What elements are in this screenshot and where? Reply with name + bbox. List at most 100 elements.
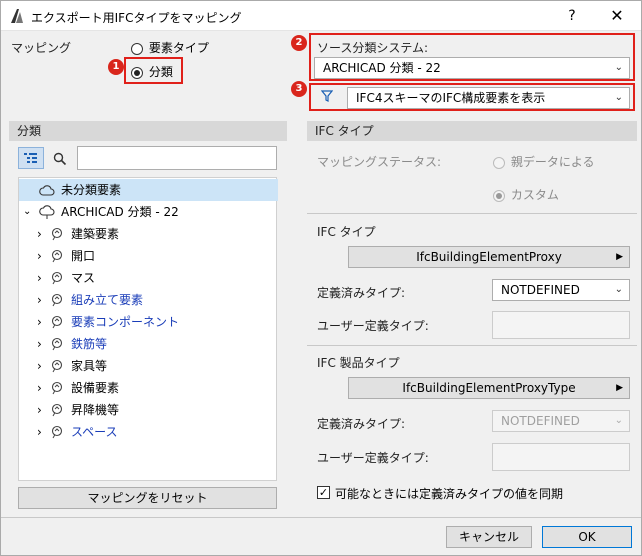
badge-1: 1 (108, 59, 124, 75)
window-title: エクスポート用IFCタイプをマッピング (31, 11, 242, 25)
radio-status-parent-label: 親データによる (510, 155, 595, 169)
radio-status-parent[interactable]: 親データによる (493, 153, 594, 170)
tree-item-element-components[interactable]: › 要素コンポーネント (19, 311, 278, 333)
chevron-down-icon: ⌄ (614, 92, 623, 103)
tree-item-label: スペース (71, 425, 118, 439)
product-type-selector[interactable]: IfcBuildingElementProxyType ▶ (348, 377, 630, 399)
filter-icon (321, 90, 333, 102)
classification-node-icon (51, 227, 63, 241)
close-button[interactable]: ✕ (597, 5, 637, 27)
product-type-value: IfcBuildingElementProxyType (402, 381, 576, 395)
user-defined-type-2-label: ユーザー定義タイプ: (317, 451, 429, 465)
user-defined-type-label: ユーザー定義タイプ: (317, 319, 429, 333)
cloud-branch-icon (39, 205, 55, 219)
chevron-down-icon: ⌄ (614, 415, 623, 426)
title-bar: エクスポート用IFCタイプをマッピング ? ✕ (1, 1, 641, 31)
ifc-filter-value: IFC4スキーマのIFC構成要素を表示 (356, 91, 546, 105)
search-icon (53, 152, 67, 166)
classification-node-icon (51, 293, 63, 307)
radio-status-custom-label: カスタム (510, 188, 559, 202)
tree-item-archicad-classification[interactable]: ⌄ ARCHICAD 分類 - 22 (19, 201, 278, 223)
help-button[interactable]: ? (557, 5, 587, 27)
source-classification-dropdown[interactable]: ARCHICAD 分類 - 22 ⌄ (314, 57, 630, 79)
tree-item-spaces[interactable]: › スペース (19, 421, 278, 443)
tree-item-label: 建築要素 (71, 227, 120, 241)
user-defined-type-2-input[interactable] (492, 443, 630, 471)
tree-item-label: 要素コンポーネント (71, 315, 180, 329)
dialog-window: エクスポート用IFCタイプをマッピング ? ✕ マッピング 要素タイプ 分類 1… (0, 0, 642, 556)
checkbox-checked-icon[interactable]: ✓ (317, 486, 330, 499)
classification-panel-header: 分類 (9, 121, 287, 141)
radio-status-custom-circle[interactable] (493, 189, 505, 202)
source-classification-label: ソース分類システム: (317, 41, 429, 55)
cancel-button[interactable]: キャンセル (446, 526, 532, 548)
radio-element-type[interactable]: 要素タイプ (131, 39, 209, 56)
chevron-right-icon[interactable]: › (37, 245, 42, 267)
chevron-right-icon[interactable]: › (37, 333, 42, 355)
tree-item-elevators[interactable]: › 昇降機等 (19, 399, 278, 421)
archicad-app-icon (11, 9, 23, 23)
chevron-right-icon[interactable]: › (37, 289, 42, 311)
classification-node-icon (51, 359, 63, 373)
tree-item-label: マス (71, 271, 96, 285)
tree-item-mass[interactable]: › マス (19, 267, 278, 289)
user-defined-type-input[interactable] (492, 311, 630, 339)
chevron-right-icon[interactable]: › (37, 355, 42, 377)
tree-item-unclassified[interactable]: 未分類要素 (19, 179, 278, 201)
radio-element-type-label: 要素タイプ (148, 41, 209, 55)
tree-item-label: 設備要素 (71, 381, 120, 395)
triangle-right-icon: ▶ (616, 383, 623, 393)
product-type-label: IFC 製品タイプ (317, 356, 400, 370)
predefined-type-2-value: NOTDEFINED (501, 414, 580, 428)
classification-node-icon (51, 315, 63, 329)
tree-item-label: 鉄筋等 (71, 337, 108, 351)
tree-item-assemblies[interactable]: › 組み立て要素 (19, 289, 278, 311)
radio-status-custom[interactable]: カスタム (493, 186, 559, 203)
radio-classification[interactable]: 分類 (131, 63, 173, 80)
tree-view-toggle[interactable] (18, 147, 44, 169)
ifc-type-value: IfcBuildingElementProxy (416, 250, 562, 264)
tree-item-openings[interactable]: › 開口 (19, 245, 278, 267)
footer-divider (1, 517, 641, 518)
search-input[interactable] (77, 146, 277, 170)
ifc-type-selector[interactable]: IfcBuildingElementProxy ▶ (348, 246, 630, 268)
tree-item-reinforcement[interactable]: › 鉄筋等 (19, 333, 278, 355)
classification-node-icon (51, 381, 63, 395)
chevron-right-icon[interactable]: › (37, 223, 42, 245)
tree-item-label: ARCHICAD 分類 - 22 (61, 205, 179, 219)
ifc-type-label: IFC タイプ (317, 225, 376, 239)
ifc-type-panel-header: IFC タイプ (307, 121, 637, 141)
tree-item-equipment[interactable]: › 設備要素 (19, 377, 278, 399)
reset-mapping-button[interactable]: マッピングをリセット (18, 487, 277, 509)
radio-element-type-circle[interactable] (131, 42, 143, 55)
chevron-right-icon[interactable]: › (37, 311, 42, 333)
ok-button[interactable]: OK (542, 526, 632, 548)
chevron-right-icon[interactable]: › (37, 267, 42, 289)
divider (307, 213, 637, 214)
chevron-right-icon[interactable]: › (37, 421, 42, 443)
ifc-filter-dropdown[interactable]: IFC4スキーマのIFC構成要素を表示 ⌄ (347, 87, 630, 109)
classification-node-icon (51, 403, 63, 417)
mapping-status-label: マッピングステータス: (317, 155, 442, 169)
predefined-type-2-dropdown[interactable]: NOTDEFINED ⌄ (492, 410, 630, 432)
radio-status-parent-circle[interactable] (493, 156, 505, 169)
chevron-down-icon[interactable]: ⌄ (23, 201, 31, 223)
tree-item-label: 組み立て要素 (71, 293, 144, 307)
classification-node-icon (51, 337, 63, 351)
chevron-down-icon: ⌄ (614, 62, 623, 73)
triangle-right-icon: ▶ (616, 252, 623, 262)
chevron-right-icon[interactable]: › (37, 377, 42, 399)
tree-item-label: 家具等 (71, 359, 108, 373)
cloud-icon (39, 185, 55, 196)
tree-item-label: 開口 (71, 249, 96, 263)
badge-3: 3 (291, 81, 307, 97)
predefined-type-label: 定義済みタイプ: (317, 286, 406, 300)
predefined-type-2-label: 定義済みタイプ: (317, 417, 406, 431)
tree-item-furniture[interactable]: › 家具等 (19, 355, 278, 377)
predefined-type-dropdown[interactable]: NOTDEFINED ⌄ (492, 279, 630, 301)
tree-item-building-elements[interactable]: › 建築要素 (19, 223, 278, 245)
chevron-right-icon[interactable]: › (37, 399, 42, 421)
divider (307, 345, 637, 346)
radio-classification-circle[interactable] (131, 66, 143, 79)
classification-node-icon (51, 271, 63, 285)
